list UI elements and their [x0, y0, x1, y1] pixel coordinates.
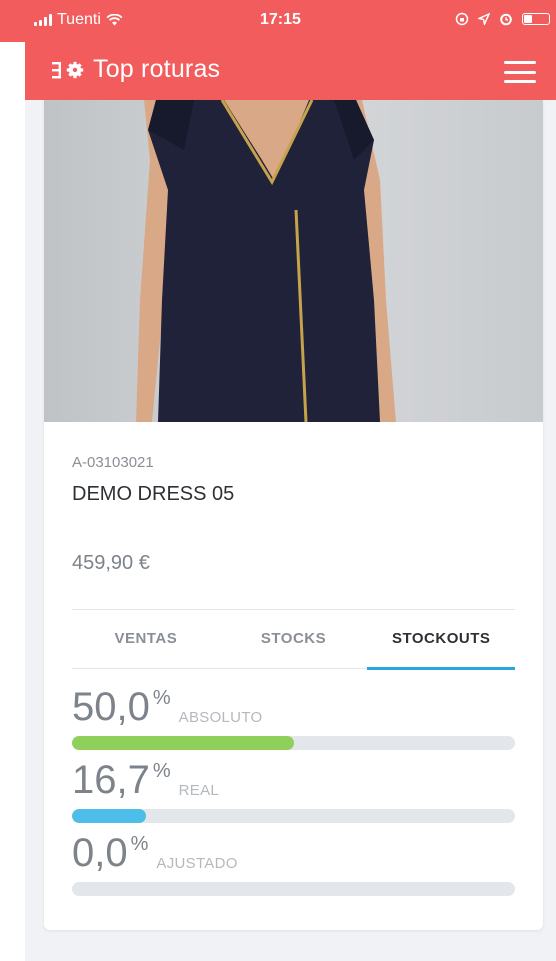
product-sku: A-03103021	[72, 454, 154, 471]
metric-unit: %	[152, 687, 171, 709]
product-name: DEMO DRESS 05	[72, 483, 235, 505]
metric-value-row: 0,0 % AJUSTADO	[72, 833, 238, 873]
product-price: 459,90 €	[72, 552, 150, 574]
filter-settings-icon[interactable]	[52, 60, 86, 85]
metric-number: 50,0	[72, 685, 150, 729]
metric-value-row: 16,7 % REAL	[72, 760, 219, 800]
alarm-icon	[500, 13, 512, 26]
product-card[interactable]: A-03103021 DEMO DRESS 05 459,90 € VENTAS…	[44, 100, 543, 930]
metric-unit: %	[152, 760, 171, 782]
tab-stocks[interactable]: STOCKS	[220, 610, 368, 668]
app-bar: Top roturas	[25, 42, 556, 100]
rotation-lock-icon	[455, 12, 469, 26]
progress-track	[72, 736, 515, 750]
metrics-tabs: VENTAS STOCKS STOCKOUTS	[72, 609, 515, 670]
metric-label: REAL	[178, 782, 220, 799]
metric-number: 16,7	[72, 758, 150, 802]
wifi-icon	[106, 14, 123, 26]
status-bar: Tuenti 17:15	[0, 0, 556, 42]
metric-unit: %	[130, 833, 149, 855]
metric-label: AJUSTADO	[156, 855, 238, 872]
signal-icon	[34, 14, 52, 26]
product-image	[44, 100, 543, 422]
battery-icon	[522, 13, 550, 25]
metric-label: ABSOLUTO	[178, 709, 263, 726]
tab-stockouts[interactable]: STOCKOUTS	[367, 610, 515, 670]
location-icon	[478, 13, 490, 25]
carrier-name: Tuenti	[57, 11, 101, 28]
hamburger-menu-icon[interactable]	[504, 61, 536, 83]
progress-track	[72, 809, 515, 823]
tab-ventas[interactable]: VENTAS	[72, 610, 220, 668]
left-margin	[0, 0, 25, 961]
metric-number: 0,0	[72, 831, 128, 875]
status-left: Tuenti	[34, 11, 123, 29]
page-title: Top roturas	[93, 55, 221, 83]
metric-value-row: 50,0 % ABSOLUTO	[72, 687, 262, 727]
status-time: 17:15	[260, 11, 301, 28]
progress-fill	[72, 736, 294, 750]
status-right	[455, 12, 550, 26]
progress-track	[72, 882, 515, 896]
progress-fill	[72, 809, 146, 823]
